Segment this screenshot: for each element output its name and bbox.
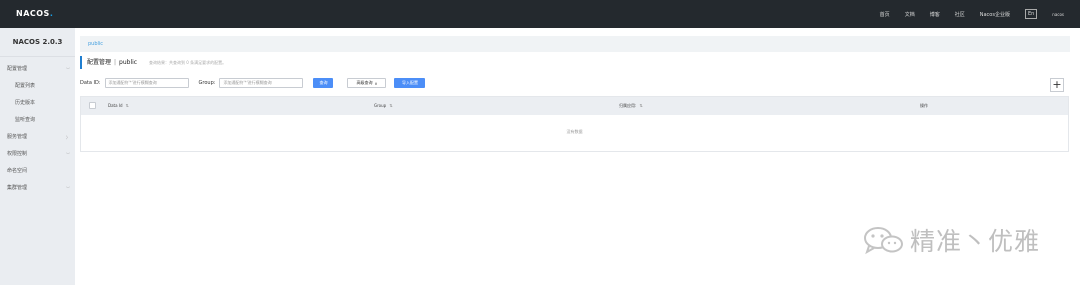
query-result-description: 查询结果：共查询到 0 条满足要求的配置。	[149, 60, 227, 65]
column-header-label: 归属应用:	[619, 103, 637, 108]
sidebar-item-label: 监听查询	[15, 117, 36, 123]
wechat-icon	[864, 227, 903, 255]
sidebar-item-label: 服务管理	[7, 134, 28, 140]
nav-community[interactable]: 社区	[955, 11, 965, 18]
sidebar-item-config-list[interactable]: 配置列表	[0, 78, 75, 95]
sidebar-item-label: 配置列表	[15, 83, 36, 89]
nav-docs[interactable]: 文档	[905, 11, 915, 18]
sidebar-item-cluster-management[interactable]: 集群管理 ﹀	[0, 180, 75, 197]
add-config-button[interactable]: +	[1050, 78, 1064, 92]
sidebar-item-history[interactable]: 历史版本	[0, 95, 75, 112]
data-id-label: Data ID:	[80, 80, 101, 86]
chevron-down-icon: ﹀	[66, 152, 70, 157]
column-header-app[interactable]: 归属应用: ⇅	[619, 97, 643, 115]
table-header: Data Id ⇅ Group ⇅ 归属应用: ⇅ 操作	[81, 97, 1068, 115]
sort-icon[interactable]: ⇅	[639, 103, 642, 108]
watermark: 精准丶优雅	[862, 220, 1062, 260]
import-config-label: 导入配置	[401, 80, 418, 85]
config-table: Data Id ⇅ Group ⇅ 归属应用: ⇅ 操作 没有数据	[80, 96, 1069, 152]
sidebar-item-namespace[interactable]: 命名空间	[0, 163, 75, 180]
advanced-query-label: 高级查询	[356, 80, 373, 85]
group-input[interactable]: 添加通配符'*'进行模糊查询	[219, 78, 304, 88]
sidebar-item-label: 集群管理	[7, 185, 28, 191]
select-all-checkbox[interactable]	[89, 102, 96, 109]
column-header-label: 操作	[920, 103, 928, 108]
sidebar-item-label: 命名空间	[7, 168, 28, 174]
empty-state-text: 没有数据	[566, 129, 583, 134]
sidebar: NACOS 2.0.3 配置管理 ﹀ 配置列表 历史版本 监听查询 服务管理 〉…	[0, 28, 75, 285]
column-header-label: Group	[374, 103, 387, 108]
logo-text: NACOS	[16, 9, 50, 18]
query-button-label: 查询	[319, 80, 328, 85]
title-separator: |	[114, 59, 117, 66]
nav-blog[interactable]: 博客	[930, 11, 940, 18]
top-nav: 首页 文档 博客 社区 Nacos企业版 En nacos	[880, 0, 1080, 28]
sidebar-item-listener-query[interactable]: 监听查询	[0, 112, 75, 129]
group-label: Group:	[198, 80, 216, 86]
sidebar-item-label: 历史版本	[15, 100, 36, 106]
version-label: NACOS 2.0.3	[0, 28, 75, 57]
top-bar: NACOS. 首页 文档 博客 社区 Nacos企业版 En nacos	[0, 0, 1080, 28]
column-header-group[interactable]: Group ⇅	[374, 97, 393, 115]
watermark-text: 精准丶优雅	[910, 227, 1041, 256]
namespace-link[interactable]: public	[88, 41, 103, 47]
namespace-breadcrumb: public	[80, 36, 1070, 52]
page-title-text: 配置管理	[87, 59, 112, 66]
namespace-name: public	[119, 59, 138, 66]
sidebar-menu: 配置管理 ﹀ 配置列表 历史版本 监听查询 服务管理 〉 权限控制 ﹀ 命名空间…	[0, 57, 75, 197]
sidebar-item-label: 权限控制	[7, 151, 28, 157]
language-toggle-button[interactable]: En	[1024, 9, 1038, 19]
main-content: public 配置管理 | public 查询结果：共查询到 0 条满足要求的配置。…	[80, 36, 1070, 152]
chevron-right-icon: 〉	[66, 135, 70, 140]
filter-bar: Data ID: 添加通配符'*'进行模糊查询 Group: 添加通配符'*'进…	[80, 76, 1070, 92]
nav-enterprise[interactable]: Nacos企业版	[980, 11, 1010, 18]
page-title: 配置管理 | public 查询结果：共查询到 0 条满足要求的配置。	[80, 56, 1070, 69]
nav-home[interactable]: 首页	[880, 11, 890, 18]
column-header-actions: 操作	[920, 97, 928, 115]
import-config-button[interactable]: 导入配置	[394, 78, 426, 88]
query-button[interactable]: 查询	[313, 78, 334, 88]
sidebar-item-label: 配置管理	[7, 66, 28, 72]
column-header-label: Data Id	[108, 103, 123, 108]
table-body: 没有数据	[81, 115, 1068, 151]
sidebar-item-service-management[interactable]: 服务管理 〉	[0, 129, 75, 146]
sidebar-item-config-management[interactable]: 配置管理 ﹀	[0, 61, 75, 78]
sort-icon[interactable]: ⇅	[126, 103, 129, 108]
chevron-down-icon: ﹀	[66, 67, 70, 72]
user-menu[interactable]: nacos	[1052, 12, 1064, 17]
sort-icon[interactable]: ⇅	[389, 103, 392, 108]
chevron-down-icon: ﹀	[66, 186, 70, 191]
sidebar-item-access-control[interactable]: 权限控制 ﹀	[0, 146, 75, 163]
logo-dot: .	[49, 9, 54, 18]
chevron-down-icon: ∨	[374, 80, 378, 86]
data-id-input[interactable]: 添加通配符'*'进行模糊查询	[104, 78, 189, 88]
column-header-data-id[interactable]: Data Id ⇅	[108, 97, 129, 115]
nacos-logo[interactable]: NACOS.	[16, 9, 53, 18]
advanced-query-button[interactable]: 高级查询 ∨	[347, 78, 387, 88]
